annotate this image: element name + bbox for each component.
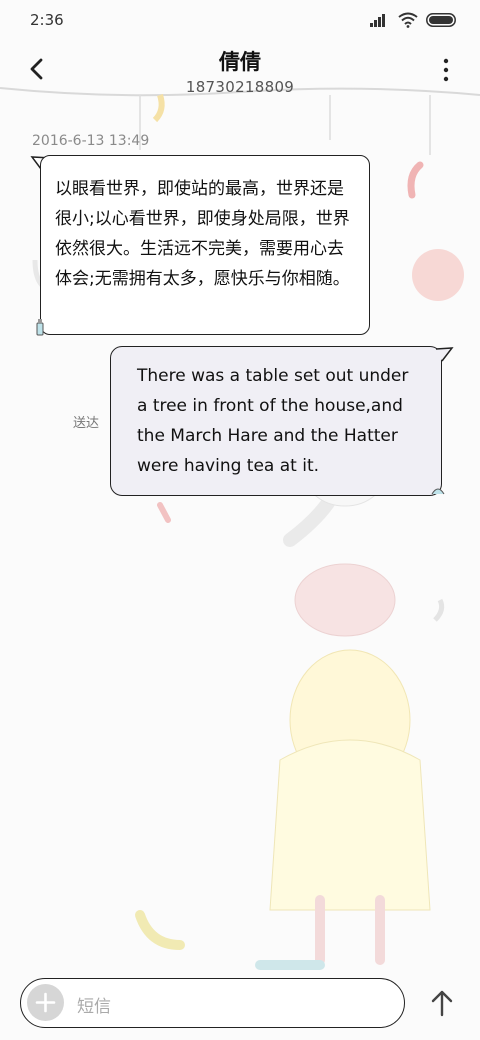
delivery-status: 送达: [73, 416, 100, 431]
conversation-header: 倩倩 18730218809: [0, 40, 480, 96]
more-options-icon[interactable]: [438, 56, 454, 84]
incoming-message-text: 以眼看世界，即使站的最高，世界还是很小;以心看世界，即使身处局限，世界依然很大。…: [55, 179, 350, 289]
outgoing-bubble-tail: [436, 347, 454, 362]
compose-bar: 短信: [0, 968, 480, 1040]
water-splash-sticker-icon: [431, 488, 445, 495]
status-bar: 2:36: [0, 0, 480, 40]
contact-number: 18730218809: [185, 78, 295, 96]
status-icons: [370, 12, 456, 28]
cellular-signal-icon: [370, 14, 385, 27]
status-time: 2:36: [30, 11, 64, 29]
incoming-message-bubble[interactable]: 以眼看世界，即使站的最高，世界还是很小;以心看世界，即使身处局限，世界依然很大。…: [40, 155, 370, 335]
battery-icon: [426, 13, 456, 27]
message-input-placeholder: 短信: [77, 997, 111, 1017]
send-arrow-icon[interactable]: [428, 988, 456, 1018]
contact-info: 倩倩 18730218809: [0, 46, 480, 96]
outgoing-message-text: There was a table set out under a tree i…: [137, 366, 409, 476]
message-timestamp: 2016-6-13 13:49: [32, 133, 150, 149]
outgoing-message-bubble[interactable]: There was a table set out under a tree i…: [110, 346, 442, 496]
wifi-icon: [398, 12, 418, 28]
plus-icon: [35, 992, 56, 1013]
bottle-sticker-icon: [36, 319, 44, 336]
add-attachment-button[interactable]: [27, 984, 64, 1021]
message-input[interactable]: 短信: [20, 978, 405, 1028]
contact-name: 倩倩: [219, 50, 261, 74]
